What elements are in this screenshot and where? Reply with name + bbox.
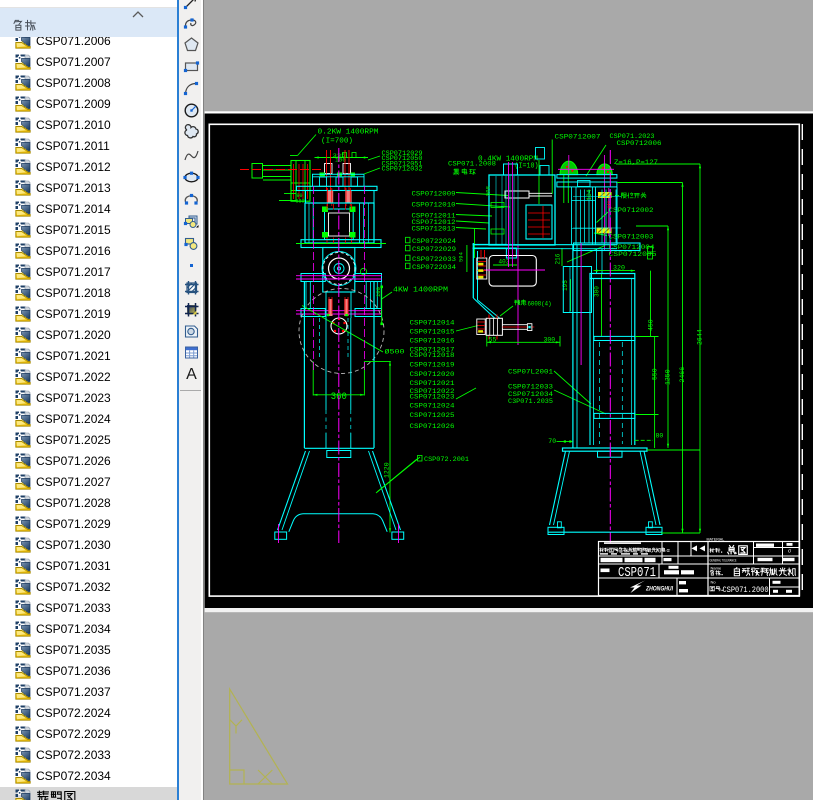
svg-text:CSP071.2008: CSP071.2008: [448, 161, 496, 168]
svg-text:No: No: [711, 579, 717, 584]
svg-text:CSP0712034: CSP0712034: [508, 391, 553, 398]
svg-text:CSP0712006: CSP0712006: [617, 140, 662, 147]
svg-text:450: 450: [648, 319, 655, 331]
svg-text:CSP0712024: CSP0712024: [410, 403, 455, 410]
svg-text:(I=10): (I=10): [515, 163, 539, 171]
svg-text:CSP0712023: CSP0712023: [410, 394, 455, 401]
svg-text:CSP0712018: CSP0712018: [410, 352, 455, 359]
svg-text:Ø500: Ø500: [385, 349, 406, 356]
svg-text:550: 550: [652, 368, 659, 380]
svg-text:CSP0712033: CSP0712033: [508, 384, 553, 391]
svg-text:580: 580: [296, 199, 305, 205]
svg-text:CSP071: CSP071: [618, 566, 656, 581]
svg-text:80: 80: [656, 433, 664, 440]
svg-text:CSP0712019: CSP0712019: [410, 362, 455, 369]
svg-text:1250: 1250: [665, 369, 672, 385]
svg-text:CSP0712032: CSP0712032: [382, 166, 423, 173]
svg-text:6008(4): 6008(4): [528, 301, 552, 308]
svg-text:A: A: [186, 366, 197, 382]
svg-text:CSP0712007: CSP0712007: [555, 133, 601, 140]
svg-text:100: 100: [375, 287, 382, 297]
svg-text:CSP0722029: CSP0722029: [412, 246, 456, 253]
svg-text:CSP0722034: CSP0722034: [412, 264, 456, 271]
svg-text:ZHONGHUI: ZHONGHUI: [645, 586, 673, 593]
svg-text:CSP0712016: CSP0712016: [410, 338, 455, 345]
svg-text:594: 594: [458, 251, 465, 262]
svg-text:2466: 2466: [679, 367, 686, 383]
svg-text:CSP0712002: CSP0712002: [609, 207, 654, 214]
svg-text:CSP071.2023: CSP071.2023: [610, 133, 655, 140]
svg-text:CSP0722024: CSP0722024: [412, 238, 456, 245]
svg-text:CSP0712014: CSP0712014: [410, 320, 455, 327]
svg-text:0.2KW 1400RPM: 0.2KW 1400RPM: [318, 129, 379, 137]
svg-text:(I=700): (I=700): [321, 138, 353, 146]
svg-text:70: 70: [548, 438, 556, 445]
svg-text:Z=16,P=127: Z=16,P=127: [614, 159, 658, 166]
svg-text:CSP0722033: CSP0722033: [412, 256, 456, 263]
svg-text:4KW 1400RPM: 4KW 1400RPM: [393, 287, 448, 295]
svg-text:GENERAL TOLERANCE: GENERAL TOLERANCE: [710, 559, 738, 563]
svg-text:CSP072.2001: CSP072.2001: [424, 456, 469, 463]
svg-text:CSP0712021: CSP0712021: [410, 380, 455, 387]
svg-text:MATERIAL: MATERIAL: [707, 537, 725, 541]
svg-text:CSP0712010: CSP0712010: [412, 202, 456, 209]
svg-text:320: 320: [613, 264, 625, 271]
svg-text:1220: 1220: [384, 462, 391, 478]
svg-text:104: 104: [586, 189, 593, 200]
svg-text:CSP0712015: CSP0712015: [410, 329, 455, 336]
svg-text:CSP071.2000: CSP071.2000: [723, 586, 769, 595]
svg-text:403: 403: [499, 259, 510, 266]
svg-text:CSP0712003: CSP0712003: [609, 233, 654, 240]
svg-text:Name: Name: [711, 565, 722, 570]
svg-text:CSP0712013: CSP0712013: [412, 225, 456, 232]
svg-text:300: 300: [594, 286, 601, 297]
svg-text:CSP0712026: CSP0712026: [410, 423, 455, 430]
svg-text:CSP0712020: CSP0712020: [410, 371, 455, 378]
svg-text:CSP0712009: CSP0712009: [412, 191, 456, 198]
svg-text:2644: 2644: [697, 329, 704, 345]
svg-text:CSP0712025: CSP0712025: [410, 412, 455, 419]
svg-text:216: 216: [555, 253, 562, 264]
svg-text:CSP07L2001: CSP07L2001: [508, 369, 553, 376]
svg-text:C3P071.2035: C3P071.2035: [508, 398, 553, 405]
svg-text:508: 508: [485, 186, 492, 196]
